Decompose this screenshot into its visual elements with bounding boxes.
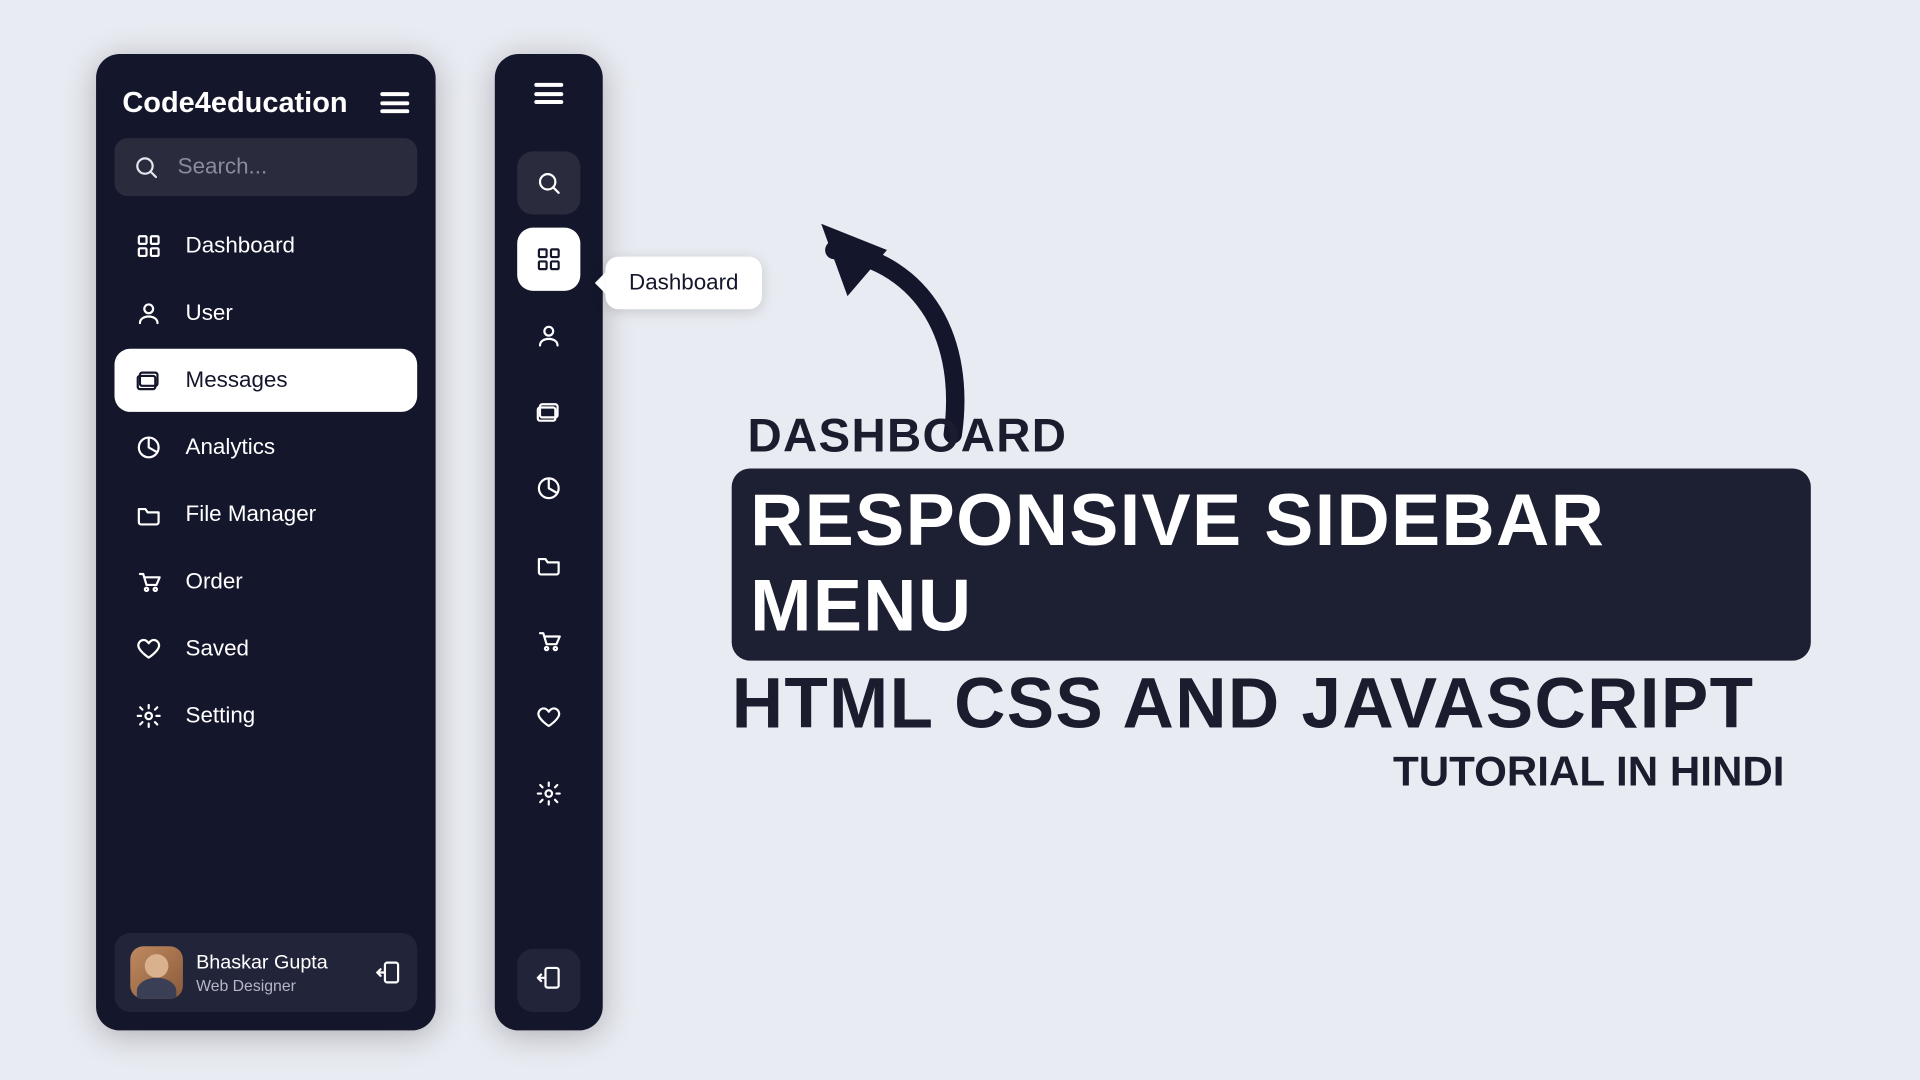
menu-toggle-icon[interactable] (380, 92, 409, 113)
cart-icon (536, 628, 562, 654)
folder-icon (536, 551, 562, 577)
mini-item-file-manager[interactable] (517, 533, 580, 596)
mini-item-messages[interactable] (517, 380, 580, 443)
avatar[interactable] (130, 946, 183, 999)
search-box[interactable] (114, 138, 417, 196)
logout-icon (536, 964, 562, 997)
mini-item-order[interactable] (517, 609, 580, 672)
user-name: Bhaskar Gupta (196, 951, 362, 973)
sidebar-footer: Bhaskar Gupta Web Designer (114, 933, 417, 1012)
gear-icon (136, 703, 162, 729)
sidebar-header: Code4education (114, 78, 417, 139)
sidebar-item-label: Order (186, 569, 243, 595)
mini-item-analytics[interactable] (517, 457, 580, 520)
mini-search[interactable] (517, 151, 580, 214)
sidebar-item-saved[interactable]: Saved (114, 617, 417, 680)
heart-icon (536, 704, 562, 730)
mini-item-user[interactable] (517, 304, 580, 367)
headline-block: DASHBOARD RESPONSIVE SIDEBAR MENU HTML C… (732, 408, 1811, 796)
nav-list: Dashboard User Messages Analytics File M… (114, 215, 417, 918)
sidebar-item-dashboard[interactable]: Dashboard (114, 215, 417, 278)
cart-icon (136, 569, 162, 595)
tooltip-dashboard: Dashboard (605, 257, 762, 310)
sidebar-item-messages[interactable]: Messages (114, 349, 417, 412)
sidebar-item-label: User (186, 300, 233, 326)
mini-item-setting[interactable] (517, 762, 580, 825)
folder-icon (136, 501, 162, 527)
user-icon (136, 300, 162, 326)
logout-icon[interactable] (375, 959, 401, 985)
user-icon (536, 322, 562, 348)
analytics-icon (536, 475, 562, 501)
sidebar-item-file-manager[interactable]: File Manager (114, 483, 417, 546)
search-input[interactable] (178, 154, 399, 180)
messages-icon (536, 399, 562, 425)
sidebar-item-analytics[interactable]: Analytics (114, 416, 417, 479)
grid-icon (536, 246, 562, 272)
messages-icon (136, 367, 162, 393)
mini-logout[interactable] (517, 949, 580, 1012)
search-icon (536, 170, 562, 196)
headline-sub: HTML CSS AND JAVASCRIPT (732, 663, 1811, 745)
grid-icon (136, 233, 162, 259)
brand-title: Code4education (122, 86, 347, 120)
search-icon (133, 154, 159, 180)
sidebar-item-label: Messages (186, 367, 288, 393)
sidebar-item-label: File Manager (186, 501, 317, 527)
sidebar-expanded: Code4education Dashboard User Messages A (96, 54, 436, 1030)
sidebar-item-user[interactable]: User (114, 282, 417, 345)
menu-toggle-icon[interactable] (534, 83, 563, 104)
headline-tag: TUTORIAL IN HINDI (732, 747, 1811, 796)
gear-icon (536, 780, 562, 806)
sidebar-item-label: Analytics (186, 434, 276, 460)
sidebar-item-label: Setting (186, 703, 256, 729)
headline-pill: RESPONSIVE SIDEBAR MENU (732, 468, 1811, 660)
mini-item-dashboard[interactable] (517, 228, 580, 291)
sidebar-item-setting[interactable]: Setting (114, 684, 417, 747)
sidebar-item-label: Dashboard (186, 233, 295, 259)
heart-icon (136, 636, 162, 662)
sidebar-item-label: Saved (186, 636, 249, 662)
user-role: Web Designer (196, 976, 362, 994)
user-meta: Bhaskar Gupta Web Designer (196, 951, 362, 994)
analytics-icon (136, 434, 162, 460)
sidebar-collapsed (495, 54, 603, 1030)
sidebar-item-order[interactable]: Order (114, 550, 417, 613)
headline-kicker: DASHBOARD (747, 408, 1810, 463)
mini-item-saved[interactable] (517, 686, 580, 749)
